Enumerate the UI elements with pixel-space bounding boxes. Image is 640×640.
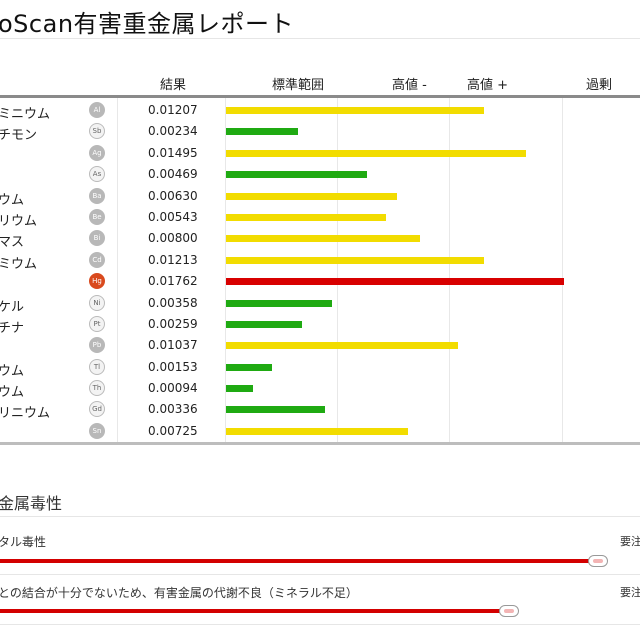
element-symbol-badge: Th [89, 380, 105, 397]
column-header-result: 結果 [160, 78, 187, 93]
metal-value: 0.00358 [148, 295, 198, 310]
element-symbol-badge: Pt [89, 315, 105, 332]
header-divider [0, 95, 640, 98]
toxicity-label: との結合が十分でないため、有害金属の代謝不良（ミネラル不足） [0, 586, 358, 600]
metal-name: チナ [0, 320, 25, 336]
element-symbol-badge: Hg [89, 273, 105, 290]
toxicity-label: タル毒性 [0, 535, 47, 549]
table-row: Hg 0.01762 [0, 271, 640, 292]
table-row: As 0.00469 [0, 164, 640, 185]
metal-name: ウム [0, 192, 25, 208]
metal-value: 0.00094 [148, 381, 198, 396]
title-divider [0, 38, 640, 39]
element-symbol-badge: Pb [89, 337, 105, 354]
metal-level-bar [226, 385, 253, 393]
element-symbol-badge: Ni [89, 294, 105, 311]
table-row: リウム Be 0.00543 [0, 207, 640, 229]
metal-name: ウム [0, 385, 25, 401]
metal-level-bar [226, 256, 484, 264]
element-symbol-badge: Be [89, 208, 105, 225]
table-row: ウム Th 0.00094 [0, 378, 640, 401]
row-divider [0, 624, 640, 625]
element-symbol-badge: Bi [89, 230, 105, 247]
element-symbol-badge: As [89, 166, 105, 183]
metal-level-bar [226, 192, 397, 200]
metal-level-bar [226, 235, 420, 243]
toxicity-status: 要注 [620, 535, 640, 548]
metal-value: 0.01037 [148, 338, 198, 353]
metal-level-bar [226, 363, 272, 371]
metal-level-bar [226, 171, 367, 179]
table-row: Ag 0.01495 [0, 143, 640, 164]
table-row: Pb 0.01037 [0, 335, 640, 356]
element-symbol-badge: Al [89, 102, 105, 118]
toxicity-level-bar [0, 559, 598, 563]
column-header-high-minus: 高値 - [392, 78, 427, 93]
metal-level-bar [226, 213, 386, 221]
metal-name: マス [0, 235, 25, 251]
row-divider [0, 574, 640, 575]
element-symbol-badge: Tl [89, 358, 105, 375]
toxicity-slider-handle[interactable] [499, 605, 519, 617]
table-row: リニウム Gd 0.00336 [0, 399, 640, 422]
metal-level-bar [226, 320, 302, 328]
table-row: ミウム Cd 0.01213 [0, 250, 640, 272]
metal-value: 0.01207 [148, 103, 198, 117]
element-symbol-badge: Ba [89, 187, 105, 204]
section-title-toxicity: 金属毒性 [0, 494, 63, 513]
metal-name: ケル [0, 299, 25, 315]
metal-name: ミニウム [0, 107, 51, 122]
metal-name: ミウム [0, 256, 38, 272]
metal-value: 0.00543 [148, 209, 198, 224]
metal-value: 0.00153 [148, 359, 198, 374]
metal-value: 0.01762 [148, 274, 198, 289]
page-title: oScan有害重金属レポート [0, 10, 295, 38]
metal-level-bar [226, 299, 332, 307]
metal-value: 0.01213 [148, 252, 198, 267]
column-header-range: 標準範囲 [272, 78, 325, 93]
metal-level-bar [226, 406, 325, 414]
element-symbol-badge: Sn [89, 422, 105, 439]
table-row: Sn 0.00725 [0, 421, 640, 442]
metals-table: ミニウム Al 0.01207 チモン Sb 0.00234 Ag 0.01495 As 0.00… [0, 100, 640, 442]
table-row: チモン Sb 0.00234 [0, 121, 640, 144]
metal-value: 0.00630 [148, 188, 198, 203]
toxicity-slider-handle[interactable] [588, 555, 608, 567]
column-header-high-plus: 高値 + [467, 78, 509, 93]
element-symbol-badge: Sb [89, 123, 105, 140]
metal-value: 0.00336 [148, 402, 198, 417]
table-row: ミニウム Al 0.01207 [0, 100, 640, 122]
metal-name: リニウム [0, 406, 51, 422]
metal-level-bar [226, 128, 298, 136]
table-row: マス Bi 0.00800 [0, 228, 640, 251]
metal-value: 0.00800 [148, 231, 198, 246]
column-header-excess: 過剰 [586, 78, 613, 93]
element-symbol-badge: Gd [89, 401, 105, 418]
metal-value: 0.00469 [148, 167, 198, 182]
element-symbol-badge: Ag [89, 144, 105, 161]
table-row: ウム Tl 0.00153 [0, 357, 640, 379]
section-divider [0, 516, 640, 517]
metal-level-bar [226, 107, 484, 114]
metal-value: 0.00259 [148, 316, 198, 331]
metal-name: リウム [0, 213, 38, 229]
table-row: チナ Pt 0.00259 [0, 314, 640, 336]
element-symbol-badge: Cd [89, 251, 105, 268]
table-row: ウム Ba 0.00630 [0, 186, 640, 208]
toxicity-status: 要注 [620, 586, 640, 599]
table-row: ケル Ni 0.00358 [0, 293, 640, 315]
metal-level-bar [226, 427, 408, 435]
metal-value: 0.00234 [148, 124, 198, 139]
metal-level-bar [226, 342, 458, 350]
metal-level-bar [226, 278, 564, 286]
metal-name: ウム [0, 363, 25, 379]
metal-level-bar [226, 149, 526, 157]
toxicity-level-bar [0, 609, 509, 613]
metal-value: 0.00725 [148, 423, 198, 438]
metal-name: チモン [0, 128, 38, 144]
metal-value: 0.01495 [148, 145, 198, 160]
table-bottom-divider [0, 442, 640, 445]
